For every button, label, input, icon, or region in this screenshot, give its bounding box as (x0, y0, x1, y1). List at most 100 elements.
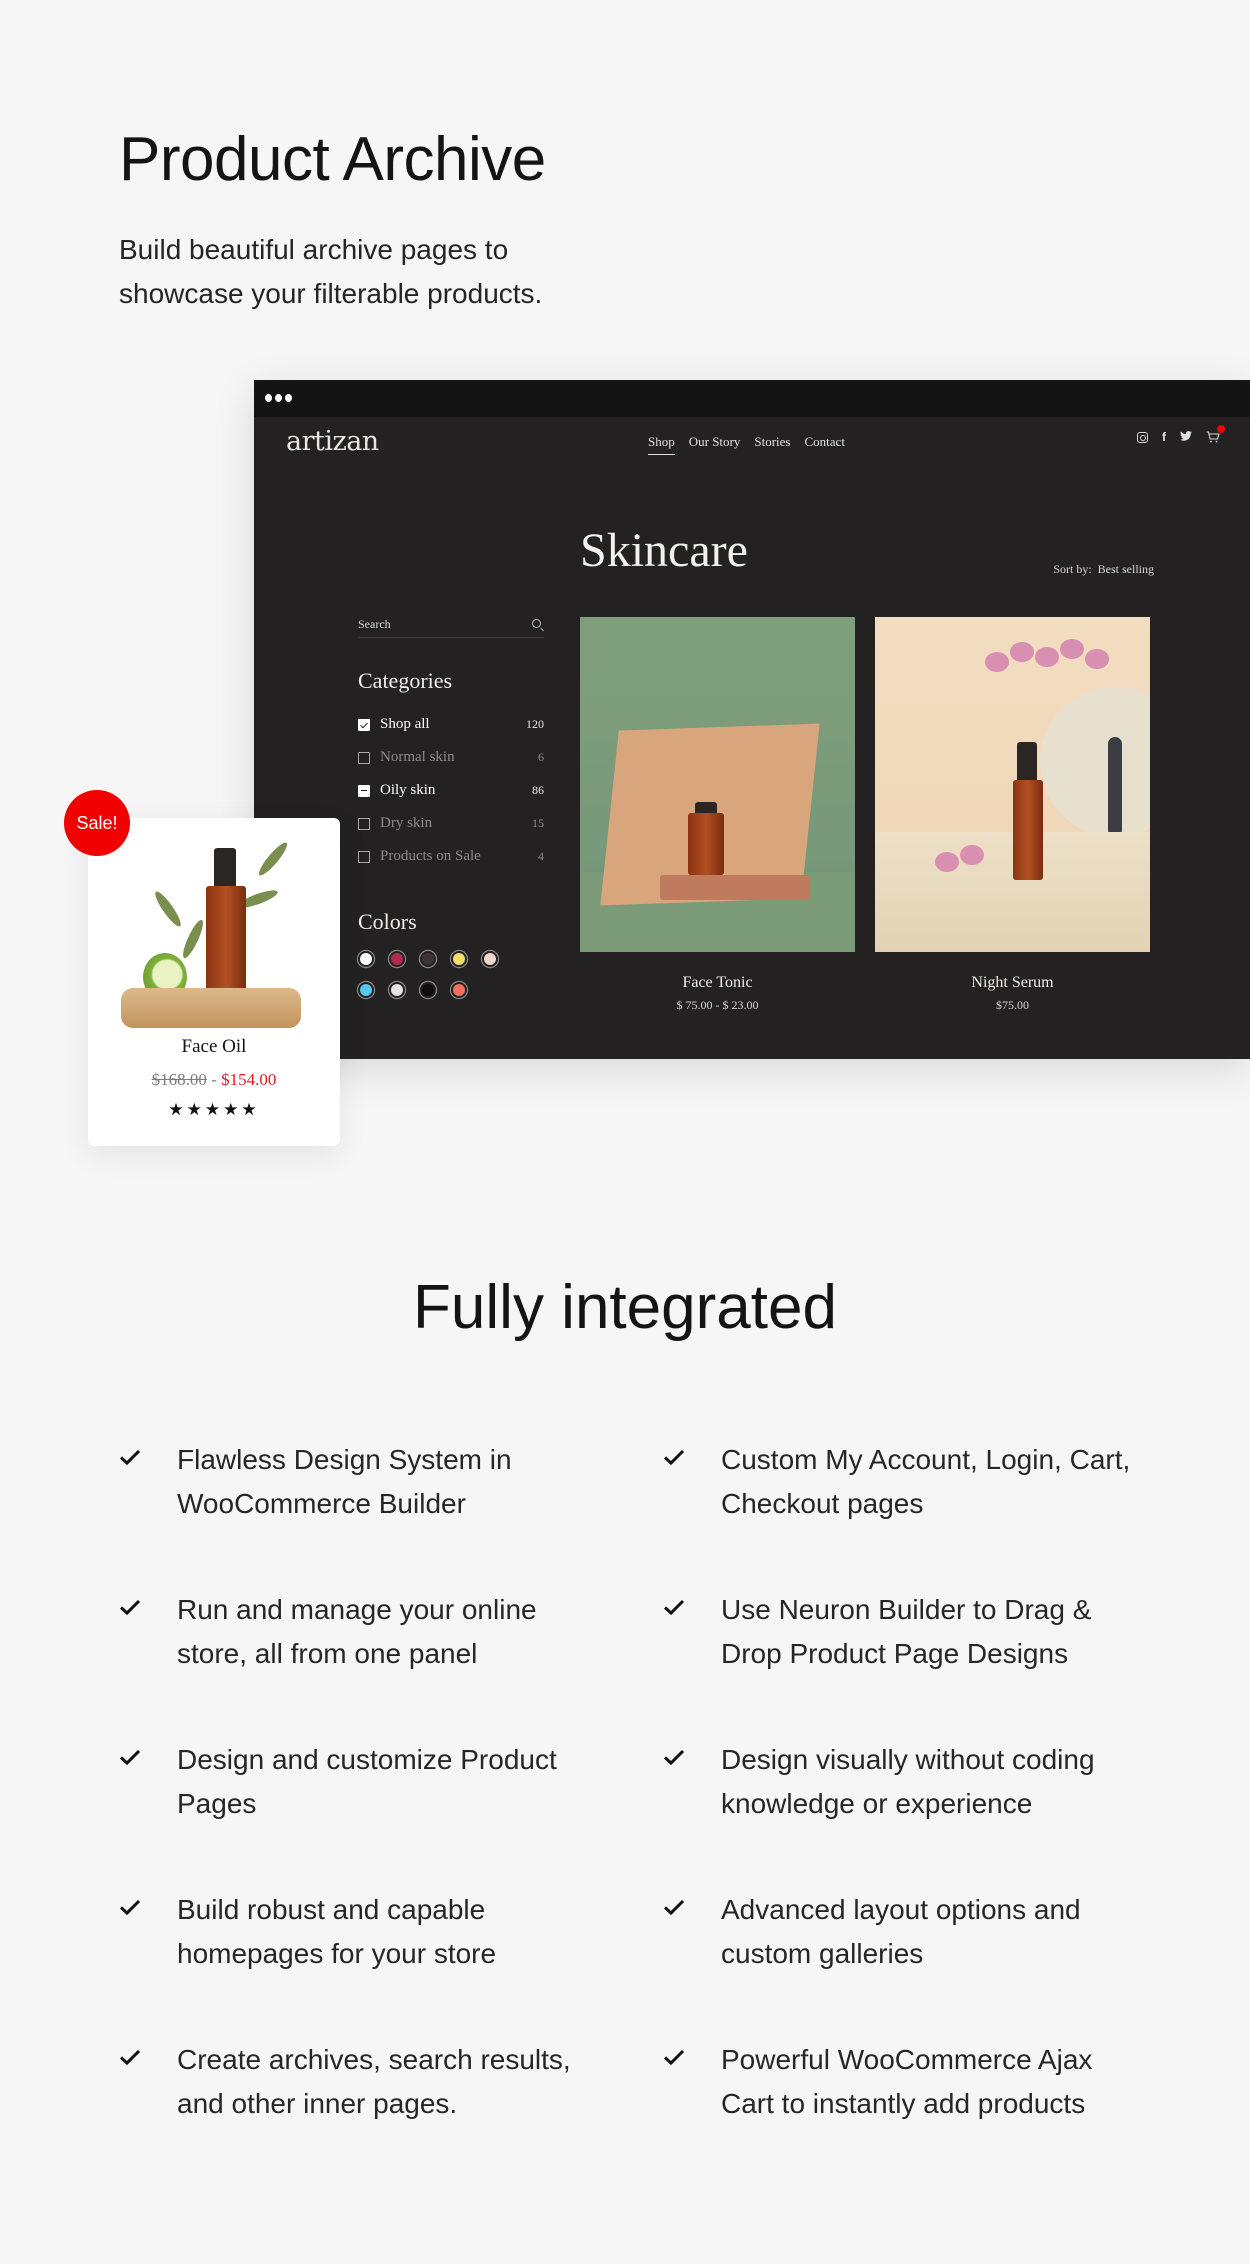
checkmark-icon (663, 2038, 721, 2126)
checkbox-partial[interactable] (358, 784, 370, 797)
category-count: 15 (532, 816, 544, 830)
twitter-icon[interactable] (1180, 430, 1192, 444)
checkmark-icon (119, 1738, 177, 1826)
category-label: Shop all (380, 716, 430, 732)
star-rating: ★★★★★ (168, 1100, 260, 1119)
category-item-oily-skin[interactable]: Oily skin 86 (358, 774, 544, 807)
product-price: $168.00 - $154.00 (151, 1070, 277, 1089)
checkbox[interactable] (358, 751, 370, 764)
color-swatch[interactable] (482, 951, 498, 967)
instagram-icon[interactable] (1137, 431, 1148, 443)
feature-item: Custom My Account, Login, Cart, Checkout… (663, 1438, 1159, 1526)
product-name[interactable]: Face Tonic (580, 974, 855, 992)
site-header: artizan Shop Our Story Stories Contact f (254, 417, 1250, 477)
menu-item-shop[interactable]: Shop (648, 434, 675, 455)
product-card[interactable]: Night Serum $75.00 (875, 617, 1150, 1013)
color-swatches (358, 951, 544, 998)
cart-count-badge (1217, 425, 1225, 433)
product-image-night-serum[interactable] (875, 617, 1150, 952)
checkmark-icon (119, 2038, 177, 2126)
browser-mockup: artizan Shop Our Story Stories Contact f… (254, 380, 1250, 1059)
main-menu: Shop Our Story Stories Contact (648, 434, 845, 455)
feature-item: Use Neuron Builder to Drag & Drop Produc… (663, 1588, 1159, 1676)
category-item-dry-skin[interactable]: Dry skin 15 (358, 807, 544, 840)
feature-item: Flawless Design System in WooCommerce Bu… (119, 1438, 663, 1526)
color-swatch[interactable] (420, 982, 436, 998)
hero-subtitle: Build beautiful archive pages to showcas… (119, 234, 543, 309)
search-icon[interactable] (532, 619, 541, 628)
color-swatch[interactable] (389, 951, 405, 967)
category-label: Oily skin (380, 782, 436, 798)
checkmark-icon (119, 1438, 177, 1526)
feature-item: Advanced layout options and custom galle… (663, 1888, 1159, 1976)
menu-item-stories[interactable]: Stories (754, 434, 790, 455)
categories-heading: Categories (358, 668, 453, 693)
sort-value[interactable]: Best selling (1098, 562, 1154, 576)
cart-icon[interactable] (1206, 425, 1225, 443)
feature-text: Build robust and capable homepages for y… (177, 1894, 497, 1969)
sort-dropdown[interactable]: Sort by: Best selling (1053, 562, 1154, 577)
features-title: Fully integrated (413, 1273, 837, 1342)
color-swatch[interactable] (451, 982, 467, 998)
checkmark-icon (663, 1588, 721, 1676)
header-icons: f (1137, 425, 1225, 444)
original-price: $168.00 (151, 1070, 207, 1089)
menu-item-our-story[interactable]: Our Story (689, 434, 741, 455)
color-swatch[interactable] (451, 951, 467, 967)
feature-text: Design visually without coding knowledge… (721, 1744, 1095, 1819)
feature-text: Powerful WooCommerce Ajax Cart to instan… (721, 2044, 1093, 2119)
checkmark-icon (663, 1738, 721, 1826)
product-image-face-tonic[interactable] (580, 617, 855, 952)
feature-item: Create archives, search results, and oth… (119, 2038, 663, 2126)
more-dots-icon[interactable] (265, 394, 292, 402)
category-count: 86 (532, 783, 544, 797)
hero-title: Product Archive (119, 125, 546, 194)
colors-heading: Colors (358, 909, 417, 934)
product-card[interactable]: Face Tonic $ 75.00 - $ 23.00 (580, 617, 855, 1013)
feature-text: Run and manage your online store, all fr… (177, 1594, 537, 1669)
category-item-products-on-sale[interactable]: Products on Sale 4 (358, 840, 544, 873)
sale-price: $154.00 (221, 1070, 277, 1089)
search-input[interactable]: Search (358, 617, 544, 638)
product-name[interactable]: Night Serum (875, 974, 1150, 992)
checkmark-icon (119, 1588, 177, 1676)
featured-product-card[interactable]: Face Oil $168.00 - $154.00 ★★★★★ (88, 818, 340, 1146)
color-swatch[interactable] (389, 982, 405, 998)
product-name[interactable]: Face Oil (88, 1036, 340, 1058)
filter-sidebar: Search Categories Shop all 120 Normal sk… (358, 617, 544, 998)
feature-text: Advanced layout options and custom galle… (721, 1894, 1081, 1969)
color-swatch[interactable] (358, 951, 374, 967)
category-count: 120 (526, 717, 544, 731)
feature-text: Create archives, search results, and oth… (177, 2044, 571, 2119)
checkmark-icon (663, 1438, 721, 1526)
facebook-icon[interactable]: f (1162, 430, 1166, 444)
checkbox[interactable] (358, 850, 370, 863)
feature-item: Build robust and capable homepages for y… (119, 1888, 663, 1976)
menu-item-contact[interactable]: Contact (805, 434, 845, 455)
category-item-shop-all[interactable]: Shop all 120 (358, 708, 544, 741)
feature-item: Powerful WooCommerce Ajax Cart to instan… (663, 2038, 1159, 2126)
checkmark-icon (119, 1888, 177, 1976)
checkmark-icon (663, 1888, 721, 1976)
category-label: Normal skin (380, 749, 455, 765)
search-placeholder[interactable]: Search (358, 617, 391, 632)
category-count: 6 (538, 750, 544, 764)
feature-text: Flawless Design System in WooCommerce Bu… (177, 1444, 512, 1519)
product-price: $75.00 (996, 998, 1029, 1012)
site-logo[interactable]: artizan (286, 426, 379, 457)
product-image-face-oil[interactable] (118, 839, 308, 1038)
category-count: 4 (538, 849, 544, 863)
feature-item: Run and manage your online store, all fr… (119, 1588, 663, 1676)
features-list: Flawless Design System in WooCommerce Bu… (119, 1438, 1159, 2126)
color-swatch[interactable] (420, 951, 436, 967)
sort-label: Sort by: (1053, 562, 1092, 576)
color-swatch[interactable] (358, 982, 374, 998)
checkbox-checked[interactable] (358, 718, 370, 731)
category-item-normal-skin[interactable]: Normal skin 6 (358, 741, 544, 774)
feature-text: Use Neuron Builder to Drag & Drop Produc… (721, 1594, 1092, 1669)
feature-text: Custom My Account, Login, Cart, Checkout… (721, 1444, 1131, 1519)
category-label: Dry skin (380, 815, 433, 831)
feature-item: Design and customize Product Pages (119, 1738, 663, 1826)
archive-title: Skincare (580, 524, 748, 577)
checkbox[interactable] (358, 817, 370, 830)
